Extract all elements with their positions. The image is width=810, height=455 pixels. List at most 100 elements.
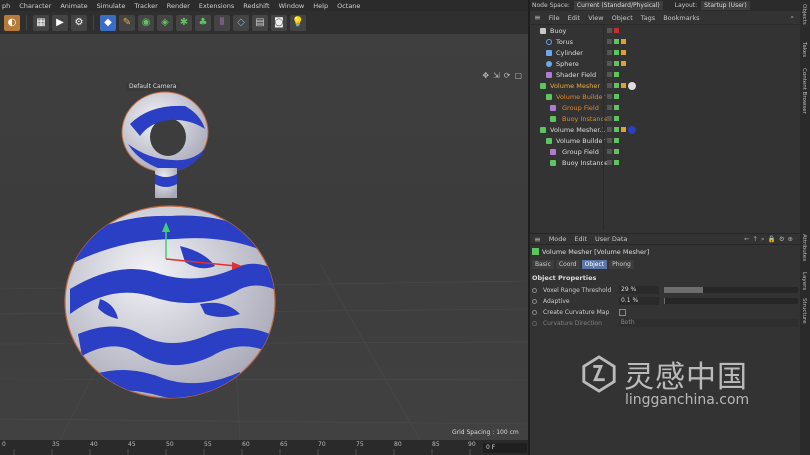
- object-row-sphere[interactable]: Sphere: [530, 58, 800, 69]
- object-row-volume-mesher-1[interactable]: Volume Mesher.1: [530, 124, 800, 135]
- object-row-volume-builder-2[interactable]: Volume Builder: [530, 135, 800, 146]
- node-space-dropdown[interactable]: Current (Standard/Physical): [573, 1, 663, 10]
- curvature-map-checkbox[interactable]: [619, 308, 626, 316]
- om-menu-view[interactable]: View: [588, 14, 603, 22]
- adaptive-slider[interactable]: [664, 298, 798, 304]
- tab-phong[interactable]: Phong: [609, 260, 634, 269]
- attr-menu-edit[interactable]: Edit: [574, 235, 587, 243]
- voxel-range-threshold-slider[interactable]: [664, 287, 798, 293]
- side-tab-objects[interactable]: Objects: [801, 4, 807, 25]
- volume-builder-icon: [546, 93, 552, 100]
- toggle-view-icon[interactable]: ▢: [514, 71, 522, 80]
- layout-label: Layout:: [674, 2, 698, 9]
- om-menu-edit[interactable]: Edit: [568, 14, 581, 22]
- menu-extensions[interactable]: Extensions: [199, 2, 234, 10]
- attributes-object-title: Volume Mesher [Volume Mesher]: [542, 248, 650, 256]
- cube-icon[interactable]: ◆: [100, 14, 116, 31]
- object-row-buoy-instance-2[interactable]: Buoy Instance: [530, 157, 800, 168]
- render-view-icon[interactable]: ▶: [52, 14, 68, 31]
- adaptive-field[interactable]: 0.1 %: [619, 297, 659, 305]
- camera-label[interactable]: Default Camera: [126, 82, 180, 91]
- camera-icon[interactable]: ◙: [271, 14, 287, 31]
- object-row-shader-field[interactable]: Shader Field: [530, 69, 800, 80]
- om-menu-bookmarks[interactable]: Bookmarks: [663, 14, 699, 22]
- hamburger-icon[interactable]: ≡: [534, 13, 541, 22]
- menu-redshift[interactable]: Redshift: [243, 2, 269, 10]
- rotate-view-icon[interactable]: ⟳: [504, 71, 511, 80]
- om-menu-object[interactable]: Object: [612, 14, 633, 22]
- object-row-volume-mesher[interactable]: Volume Mesher: [530, 80, 800, 91]
- voxel-range-threshold-field[interactable]: 29 %: [619, 286, 659, 294]
- instance-icon: [550, 115, 556, 122]
- object-row-buoy[interactable]: Buoy: [530, 25, 800, 36]
- cloner-icon[interactable]: ✱: [176, 14, 192, 31]
- menu-octane[interactable]: Octane: [337, 2, 360, 10]
- menu-animate[interactable]: Animate: [60, 2, 87, 10]
- light-icon[interactable]: 💡: [290, 14, 306, 31]
- om-menu-tags[interactable]: Tags: [641, 14, 655, 22]
- object-tags: [607, 39, 626, 44]
- menu-character[interactable]: Character: [19, 2, 51, 10]
- side-tab-attributes[interactable]: Attributes: [801, 234, 807, 261]
- animate-dot-icon[interactable]: [532, 309, 537, 315]
- om-menu-file[interactable]: File: [549, 14, 560, 22]
- object-name: Sphere: [556, 59, 579, 68]
- watermark: 灵感中国: [580, 352, 748, 396]
- tab-basic[interactable]: Basic: [532, 260, 554, 269]
- menu-simulate[interactable]: Simulate: [97, 2, 126, 10]
- pen-icon[interactable]: ✎: [119, 14, 135, 31]
- shader-field-icon: [546, 71, 552, 78]
- object-name: Volume Builder: [556, 136, 606, 145]
- side-tab-layers[interactable]: Layers: [801, 272, 807, 290]
- object-row-cylinder[interactable]: Cylinder: [530, 47, 800, 58]
- 3d-viewport[interactable]: Default Camera ✥ ⇲ ⟳ ▢: [0, 34, 528, 440]
- menu-render[interactable]: Render: [167, 2, 190, 10]
- animate-dot-icon[interactable]: [532, 298, 537, 304]
- curvature-direction-dropdown[interactable]: Both: [618, 319, 798, 327]
- menu-ph[interactable]: ph: [2, 2, 10, 10]
- side-tab-content-browser[interactable]: Content Browser: [801, 68, 807, 114]
- clapper-icon[interactable]: ▦: [33, 14, 49, 31]
- field-icon[interactable]: ◇: [233, 14, 249, 31]
- tab-object[interactable]: Object: [581, 260, 608, 269]
- deformer-icon[interactable]: ⫴: [214, 14, 230, 31]
- object-row-volume-builder[interactable]: Volume Builder: [530, 91, 800, 102]
- attr-menu-user-data[interactable]: User Data: [595, 235, 627, 243]
- instance-icon: [550, 159, 556, 166]
- attr-menu-mode[interactable]: Mode: [549, 235, 567, 243]
- current-frame-field[interactable]: 0 F: [483, 443, 527, 453]
- object-row-torus[interactable]: Torus: [530, 36, 800, 47]
- object-name: Group Field: [562, 147, 599, 156]
- om-search-icon[interactable]: ⌕: [790, 13, 794, 22]
- attr-nav-icons[interactable]: ←↑⌕🔒⚙⊕: [744, 235, 796, 244]
- menu-help[interactable]: Help: [313, 2, 328, 10]
- tab-coord[interactable]: Coord: [555, 260, 580, 269]
- render-settings-icon[interactable]: ⚙: [71, 14, 87, 31]
- animate-dot-icon[interactable]: [532, 320, 537, 326]
- sphere-icon: [546, 60, 552, 67]
- slider-fill: [664, 287, 703, 293]
- menu-window[interactable]: Window: [279, 2, 305, 10]
- material-tag-icon: [628, 81, 636, 90]
- object-row-group-field-2[interactable]: Group Field: [530, 146, 800, 157]
- move-view-icon[interactable]: ✥: [482, 71, 489, 80]
- object-row-group-field[interactable]: Group Field: [530, 102, 800, 113]
- layout-dropdown[interactable]: Startup (User): [701, 1, 750, 10]
- generator-icon[interactable]: ◈: [157, 14, 173, 31]
- buoy-model[interactable]: [60, 91, 280, 401]
- menu-tracker[interactable]: Tracker: [134, 2, 157, 10]
- hamburger-icon[interactable]: ≡: [534, 235, 541, 244]
- object-tags: [607, 94, 619, 99]
- animate-dot-icon[interactable]: [532, 287, 537, 293]
- side-tab-takes[interactable]: Takes: [801, 42, 807, 57]
- object-name: Volume Mesher: [550, 81, 601, 90]
- zoom-view-icon[interactable]: ⇲: [493, 71, 500, 80]
- subdivision-icon[interactable]: ◉: [138, 14, 154, 31]
- side-tab-structure[interactable]: Structure: [801, 298, 807, 324]
- render-region-icon[interactable]: ◐: [4, 14, 20, 31]
- floor-icon[interactable]: ▤: [252, 14, 268, 31]
- object-row-buoy-instance[interactable]: Buoy Instance: [530, 113, 800, 124]
- mograph-icon[interactable]: ♣: [195, 14, 211, 31]
- timeline-ruler[interactable]: 0 35 40 45 50 55 60 65 70 75 80 85 90: [0, 440, 528, 455]
- main-toolbar: ◐ ▦ ▶ ⚙ ◆ ✎ ◉ ◈ ✱ ♣ ⫴ ◇ ▤ ◙ 💡: [0, 11, 528, 34]
